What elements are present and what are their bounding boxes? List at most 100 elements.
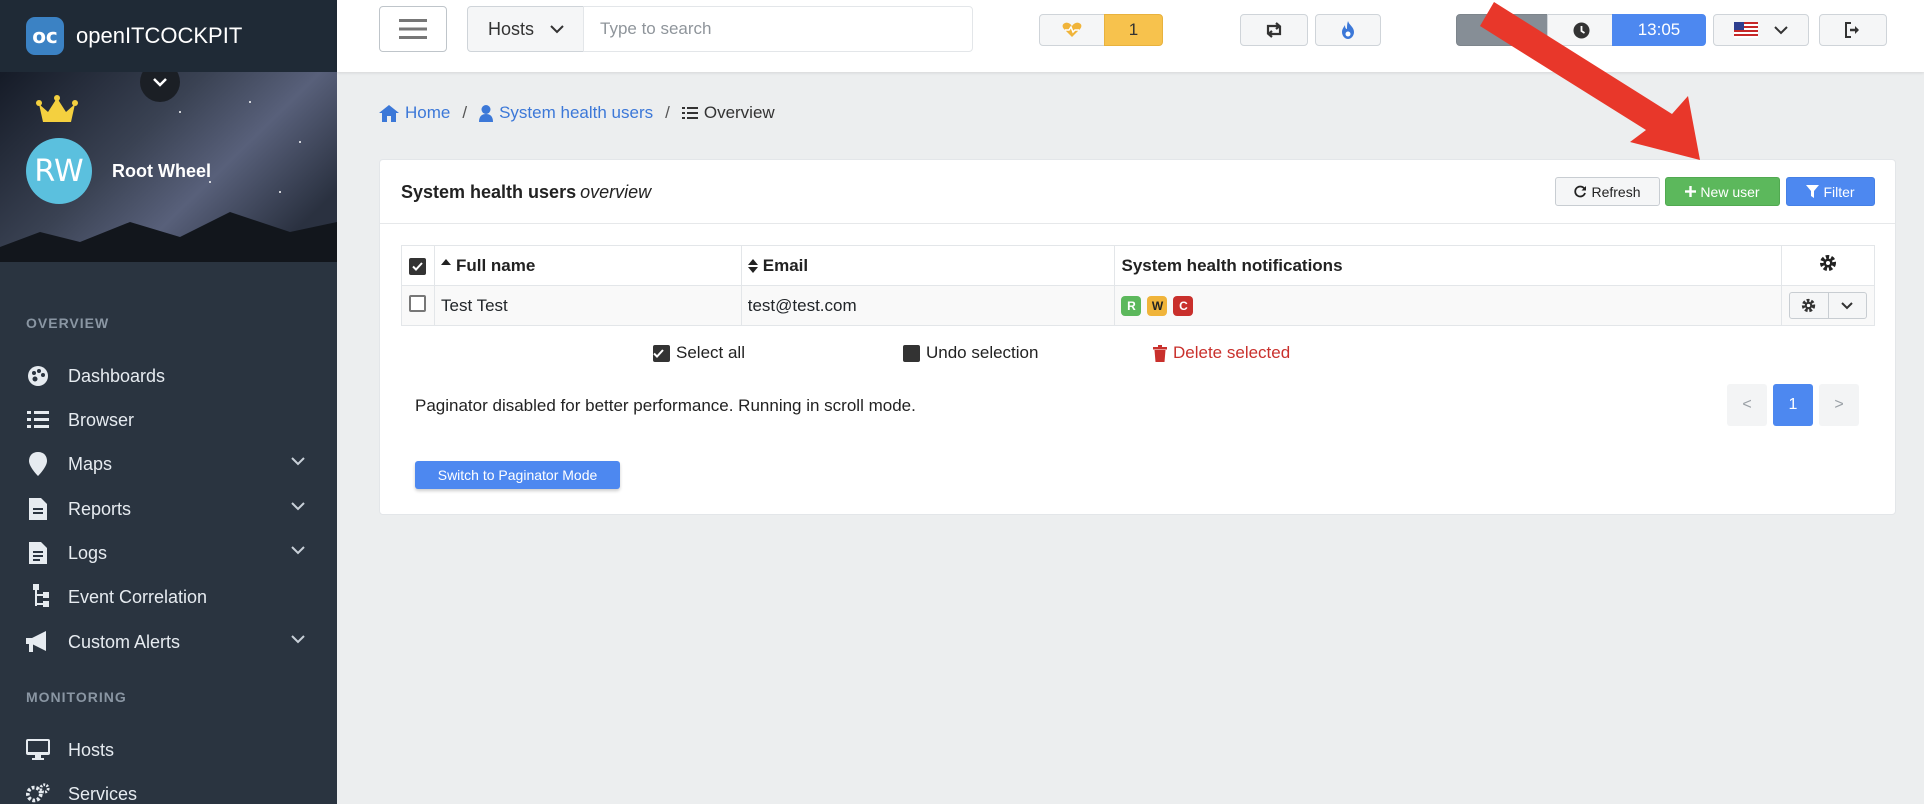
clock-button[interactable] [1547,14,1615,46]
new-user-button[interactable]: New user [1665,177,1780,206]
logout-button[interactable] [1819,14,1887,46]
notification-recovery-badge: R [1121,296,1142,316]
chevron-down-icon [291,635,305,644]
chevron-down-icon [1841,301,1854,309]
system-health-users-card: System health users overview Refresh New … [379,159,1896,515]
list-icon [681,107,698,119]
page-title: System health users overview [401,182,651,203]
breadcrumb-system-health-users[interactable]: System health users [479,103,653,123]
plus-icon [1685,186,1697,197]
column-settings-cell[interactable] [1780,245,1876,286]
us-flag-icon [1734,22,1758,38]
time-badge[interactable]: 13:05 [1612,14,1706,46]
sidebar-item-label: Services [68,783,138,804]
sidebar-item-label: Browser [68,409,135,430]
select-all-button[interactable]: Select all [653,343,745,363]
search-input[interactable] [583,6,973,52]
table-header-row: Full name Email System health notificati… [401,245,1876,286]
list-icon [26,408,50,432]
palette-icon [26,364,50,388]
heartbeat-icon [1062,22,1082,37]
select-all-header-cell [401,245,435,286]
breadcrumb-section-label: System health users [499,103,654,122]
pagination-page-1[interactable]: 1 [1773,384,1813,426]
card-header: System health users overview Refresh New … [380,160,1895,224]
column-header-full-name[interactable]: Full name [433,245,742,286]
sidebar-item-browser[interactable]: Browser [26,403,306,437]
breadcrumb-home[interactable]: Home [379,103,450,123]
chevron-down-icon [291,502,305,511]
chevron-down-icon [1774,25,1788,34]
language-dropdown[interactable] [1713,14,1809,46]
sidebar: oc openITCOCKPIT RW Root Wheel OVERVIEW … [0,0,337,804]
new-user-label: New user [1700,183,1760,200]
sidebar-item-custom-alerts[interactable]: Custom Alerts [26,625,306,659]
filter-button[interactable]: Filter [1786,177,1875,206]
user-name[interactable]: Root Wheel [112,161,211,182]
header-checkbox[interactable] [409,257,427,275]
system-health-button[interactable] [1039,14,1105,46]
search-type-label: Hosts [487,18,534,39]
undo-selection-button[interactable]: Undo selection [903,343,1038,363]
refresh-icon [1574,185,1587,198]
menu-toggle-button[interactable] [379,6,447,52]
filter-label: Filter [1823,183,1855,200]
cell-full-name: Test Test [433,285,742,326]
pagination-next-button[interactable]: > [1819,384,1859,426]
column-header-notifications: System health notifications [1114,245,1782,286]
sidebar-item-hosts[interactable]: Hosts [26,733,306,767]
breadcrumb-current: Overview [681,103,775,123]
crown-icon [36,95,78,122]
column-header-label: System health notifications [1121,255,1343,275]
chevron-down-icon [550,24,564,33]
sidebar-item-services[interactable]: Services [26,777,306,804]
breadcrumb-separator: / [665,103,670,122]
logo-bar: oc openITCOCKPIT [0,0,337,72]
notification-critical-badge: C [1173,296,1194,316]
chevron-down-icon [153,78,167,87]
breadcrumb: Home / System health users / Overview [379,103,775,123]
sort-icon [747,259,758,274]
gear-icon [1819,255,1836,271]
switch-paginator-mode-button[interactable]: Switch to Paginator Mode [415,461,620,489]
system-health-count-badge[interactable]: 1 [1104,14,1163,46]
sync-button[interactable] [1240,14,1308,46]
gear-icon [1802,298,1816,313]
sidebar-item-logs[interactable]: Logs [26,536,306,570]
check-icon [412,261,424,271]
table-row[interactable]: Test Test test@test.com RWC [401,285,1876,326]
column-header-label: Full name [455,255,536,275]
sidebar-item-event-correlation[interactable]: Event Correlation [26,580,306,614]
check-square-icon [653,344,670,362]
row-checkbox[interactable] [409,294,427,312]
counter-badge[interactable]: 1 [1456,14,1551,46]
app-name[interactable]: openITCOCKPIT [76,23,242,49]
sidebar-item-maps[interactable]: Maps [26,447,306,481]
pagination-prev-button[interactable]: < [1727,384,1767,426]
logo-icon[interactable]: oc [26,17,64,55]
cogs-icon [26,782,50,804]
refresh-button[interactable]: Refresh [1555,177,1660,206]
fire-button[interactable] [1315,14,1381,46]
delete-selected-label: Delete selected [1173,343,1291,362]
search-type-dropdown[interactable]: Hosts [467,6,585,52]
sidebar-item-dashboards[interactable]: Dashboards [26,359,306,393]
delete-selected-button[interactable]: Delete selected [1153,343,1290,363]
page-title-main: System health users [401,182,577,202]
sidebar-item-label: Logs [68,542,108,563]
refresh-label: Refresh [1591,183,1641,200]
check-icon [653,348,664,358]
chevron-down-icon [291,546,305,555]
sidebar-item-label: Event Correlation [68,586,208,607]
row-edit-button[interactable] [1790,293,1828,318]
row-actions-dropdown-button[interactable] [1827,293,1866,318]
breadcrumb-separator: / [462,103,468,122]
sidebar-item-reports[interactable]: Reports [26,492,306,526]
avatar[interactable]: RW [26,138,92,204]
nav-section-overview: OVERVIEW [26,315,110,331]
map-marker-icon [26,452,50,476]
desktop-icon [26,738,50,762]
trash-icon [1153,344,1167,362]
breadcrumb-current-label: Overview [703,103,775,122]
column-header-email[interactable]: Email [740,245,1116,286]
